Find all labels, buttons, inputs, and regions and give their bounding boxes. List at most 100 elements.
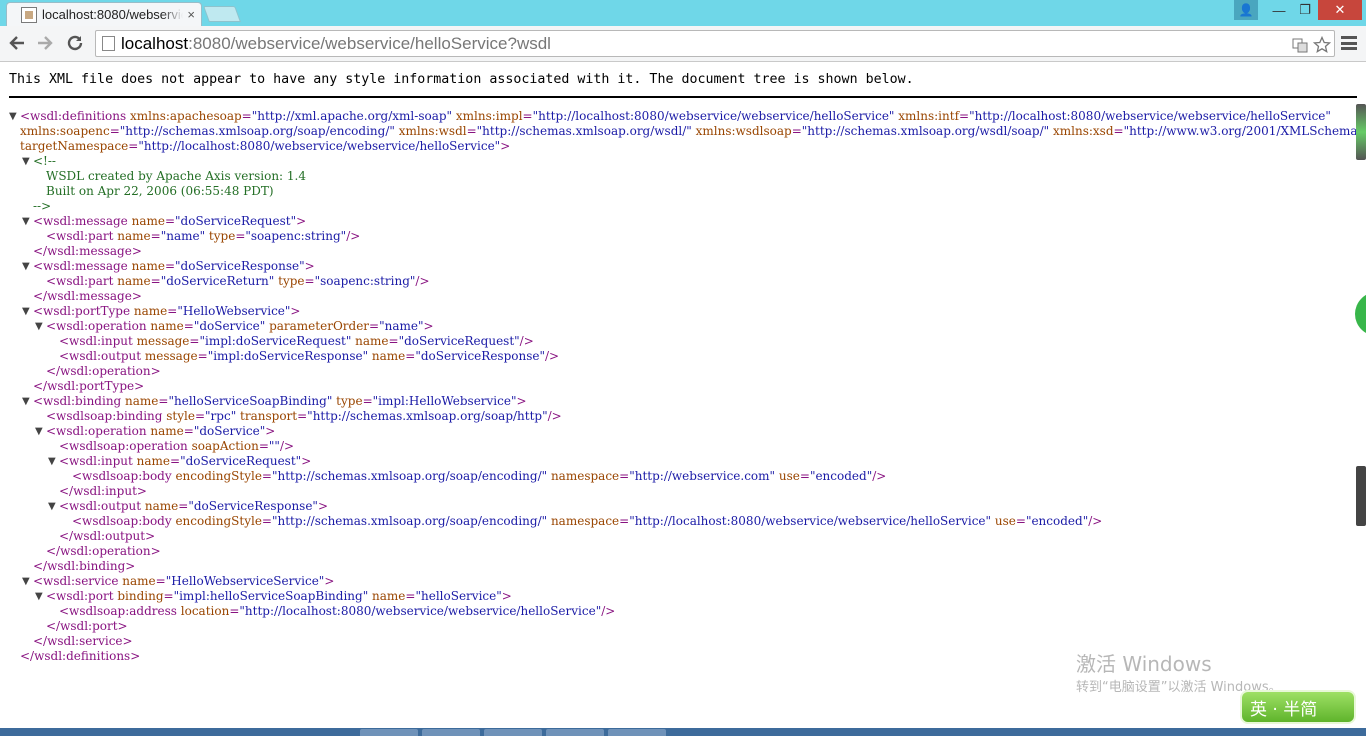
xml-token: encodingStyle xyxy=(171,514,262,528)
xml-line-text: xmlns:soapenc="http://schemas.xmlsoap.or… xyxy=(20,124,1363,139)
xml-line: </wsdl:binding> xyxy=(10,559,1356,574)
fold-toggle-icon[interactable]: ▼ xyxy=(35,319,45,334)
fold-toggle-icon[interactable]: ▼ xyxy=(22,259,32,274)
xml-token: = xyxy=(197,349,208,363)
xml-token: message xyxy=(141,349,198,363)
xml-token: <wsdl:operation xyxy=(46,319,147,333)
xml-token: </wsdl:input> xyxy=(59,484,147,498)
menu-hamburger-icon[interactable] xyxy=(1340,34,1358,52)
xml-line: ▼ <wsdl:operation name="doService" parame… xyxy=(10,319,1356,334)
xml-token: = xyxy=(167,304,178,318)
xml-line: </wsdl:operation> xyxy=(10,544,1356,559)
xml-line-text: <wsdl:operation name="doService"> xyxy=(46,424,275,439)
xml-line-text: <wsdlsoap:body encodingStyle="http://sch… xyxy=(72,469,886,484)
new-tab-button[interactable] xyxy=(203,6,241,22)
ime-status-badge[interactable]: 英 · 半简 xyxy=(1240,690,1356,724)
xml-token: > xyxy=(290,304,301,318)
xml-token: = xyxy=(150,274,161,288)
xml-token: <wsdlsoap:body xyxy=(72,469,172,483)
xml-token: "doServiceRequest" xyxy=(175,214,297,228)
xml-token: name xyxy=(368,349,406,363)
fold-toggle-icon[interactable]: ▼ xyxy=(22,154,32,169)
xml-line-text: <wsdl:part name="name" type="soapenc:str… xyxy=(46,229,360,244)
scroll-indicator[interactable] xyxy=(1356,466,1366,526)
xml-token: </wsdl:portType> xyxy=(33,379,145,393)
fold-toggle-icon[interactable]: ▼ xyxy=(22,304,32,319)
close-window-icon[interactable]: ✕ xyxy=(1318,0,1362,20)
translate-icon[interactable] xyxy=(1290,35,1310,55)
xml-token: > xyxy=(317,499,329,513)
xml-line-text: </wsdl:output> xyxy=(59,529,155,544)
xml-line: </wsdl:message> xyxy=(10,244,1356,259)
xml-token: "helloServiceSoapBinding" xyxy=(168,394,333,408)
forward-arrow-icon[interactable] xyxy=(34,32,56,54)
xml-token: "http://localhost:8080/webservice/webser… xyxy=(239,604,602,618)
xml-tree: ▼ <wsdl:definitions xmlns:apachesoap="htt… xyxy=(9,109,1363,664)
xml-token: <wsdl:message xyxy=(33,214,128,228)
xml-line-text: <wsdlsoap:address location="http://local… xyxy=(59,604,615,619)
xml-line-text: --> xyxy=(33,199,51,214)
fold-toggle-icon[interactable]: ▼ xyxy=(35,589,45,604)
xml-token: Built on Apr 22, 2006 (06:55:48 PDT) xyxy=(46,184,274,198)
xml-line: </wsdl:output> xyxy=(10,529,1356,544)
address-bar[interactable]: localhost:8080/webservice/webservice/hel… xyxy=(95,30,1335,57)
fold-toggle-icon[interactable]: ▼ xyxy=(48,454,58,469)
tab-close-icon[interactable]: × xyxy=(187,8,195,21)
fold-toggle-icon[interactable]: ▼ xyxy=(22,574,32,589)
xml-token: > xyxy=(265,424,276,438)
taskbar-item[interactable] xyxy=(608,729,666,736)
xml-token: > xyxy=(516,394,527,408)
bookmark-star-icon[interactable] xyxy=(1312,35,1332,55)
xml-token: = xyxy=(388,334,399,348)
xml-line: <wsdl:input message="impl:doServiceReque… xyxy=(10,334,1356,349)
xml-line-text: WSDL created by Apache Axis version: 1.4 xyxy=(46,169,306,184)
taskbar-item[interactable] xyxy=(484,729,542,736)
xml-token: "http://xml.apache.org/xml-soap" xyxy=(251,109,453,123)
fold-toggle-icon[interactable]: ▼ xyxy=(48,499,58,514)
xml-token: = xyxy=(241,109,252,123)
xml-token: name xyxy=(132,454,171,468)
user-profile-icon[interactable]: 👤 xyxy=(1234,0,1258,20)
xml-token: "soapenc:string" xyxy=(314,274,416,288)
browser-tab[interactable]: localhost:8080/webservice/webservice/hel… xyxy=(6,2,202,26)
fold-toggle-icon[interactable]: ▼ xyxy=(22,394,32,409)
xml-line-text: </wsdl:portType> xyxy=(33,379,144,394)
scroll-indicator[interactable] xyxy=(1356,104,1366,160)
xml-line: ▼ <!-- xyxy=(10,154,1356,169)
xml-token: = xyxy=(297,409,308,423)
xml-token: xmlns:wsdlsoap xyxy=(691,124,792,138)
maximize-icon[interactable]: ❐ xyxy=(1292,0,1318,20)
fold-toggle-icon[interactable]: ▼ xyxy=(22,214,32,229)
xml-line: </wsdl:input> xyxy=(10,484,1356,499)
xml-token: = xyxy=(235,229,246,243)
xml-token: "doServiceResponse" xyxy=(175,259,305,273)
minimize-icon[interactable]: — xyxy=(1266,0,1292,20)
xml-token: "http://schemas.xmlsoap.org/wsdl/" xyxy=(476,124,692,138)
xml-token: = xyxy=(619,469,630,483)
xml-line: <wsdlsoap:body encodingStyle="http://sch… xyxy=(10,514,1356,529)
xml-token: "impl:doServiceResponse" xyxy=(207,349,369,363)
xml-line: ▼ <wsdl:definitions xmlns:apachesoap="htt… xyxy=(9,109,1356,124)
xml-line: <wsdl:output message="impl:doServiceResp… xyxy=(10,349,1356,364)
taskbar-item[interactable] xyxy=(422,729,480,736)
xml-line: WSDL created by Apache Axis version: 1.4 xyxy=(10,169,1356,184)
taskbar-item[interactable] xyxy=(360,729,418,736)
xml-token: "http://schemas.xmlsoap.org/soap/encodin… xyxy=(271,469,548,483)
xml-token: </wsdl:definitions> xyxy=(20,649,141,663)
xml-token: <wsdlsoap:address xyxy=(59,604,177,618)
fold-toggle-icon[interactable]: ▼ xyxy=(35,424,45,439)
reload-icon[interactable] xyxy=(64,32,86,54)
xml-token: "rpc" xyxy=(205,409,237,423)
xml-token: > xyxy=(500,139,511,153)
xml-line: ▼ <wsdl:service name="HelloWebserviceServ… xyxy=(10,574,1356,589)
taskbar-item[interactable] xyxy=(546,729,604,736)
xml-token: </wsdl:message> xyxy=(33,289,142,303)
xml-token: "doServiceResponse" xyxy=(188,499,318,513)
taskbar xyxy=(0,728,1366,736)
xml-line-text: <wsdl:portType name="HelloWebservice"> xyxy=(33,304,300,319)
xml-token: <wsdlsoap:binding xyxy=(46,409,163,423)
xml-line: --> xyxy=(10,199,1356,214)
fold-toggle-icon[interactable]: ▼ xyxy=(9,109,19,124)
url-host: localhost xyxy=(121,33,189,53)
back-arrow-icon[interactable] xyxy=(6,32,28,54)
